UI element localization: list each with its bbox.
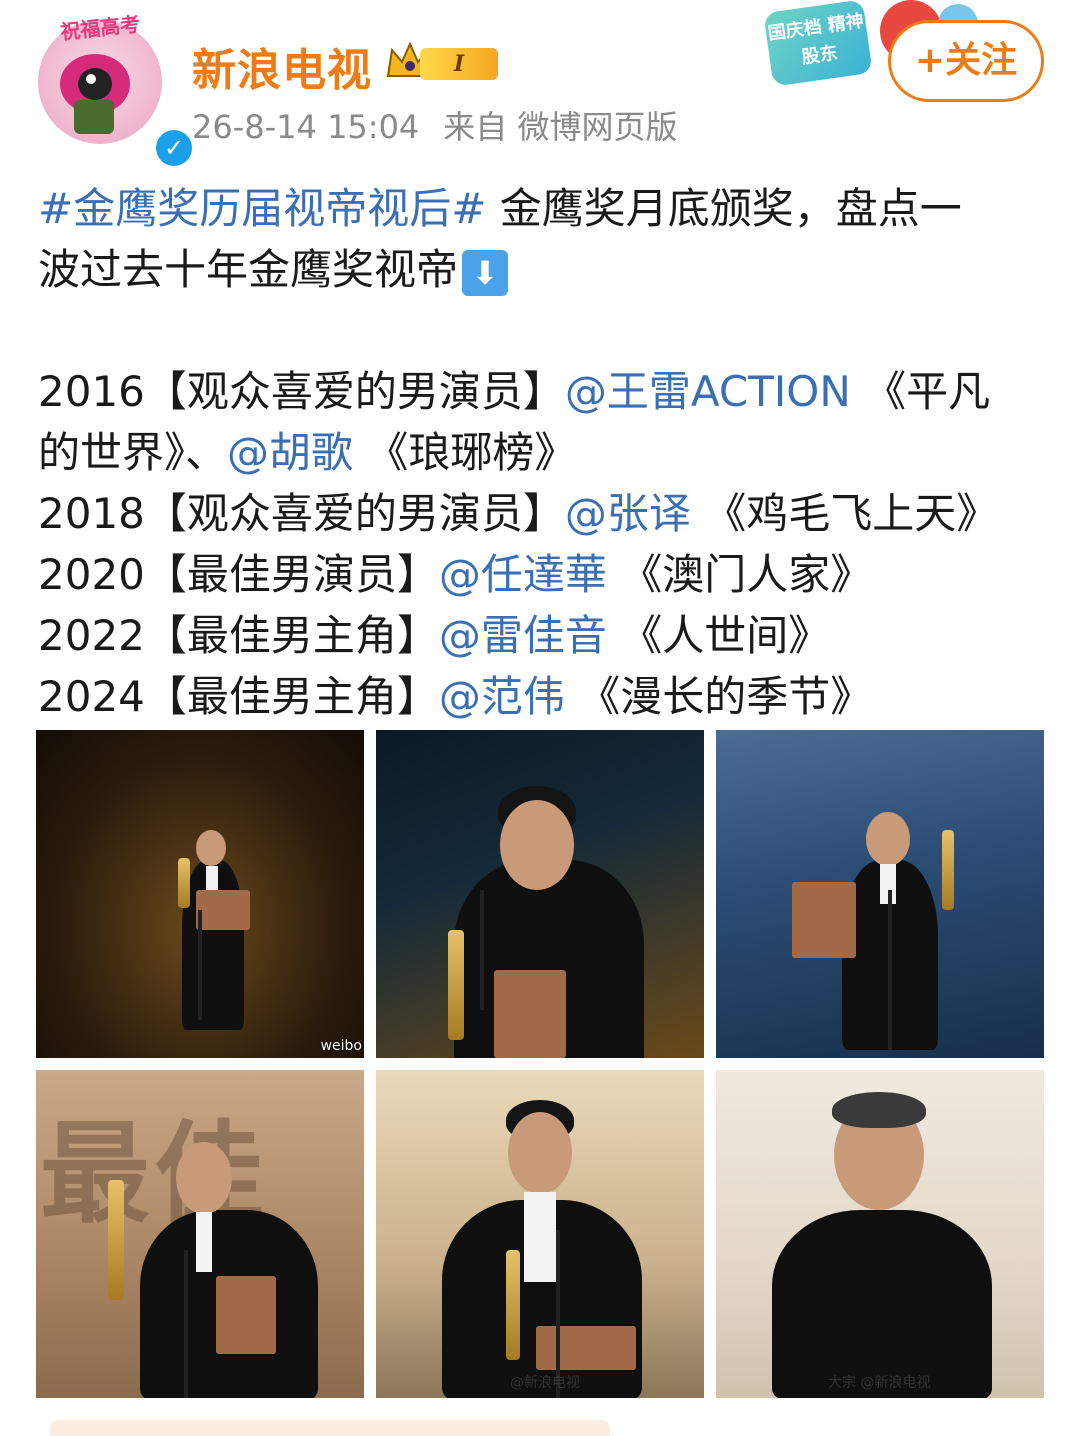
entry-work: 《鸡毛飞上天》 <box>690 489 999 538</box>
entry-work: 《琅琊榜》 <box>353 428 577 477</box>
person-head <box>866 812 910 866</box>
person-head <box>176 1142 232 1214</box>
post-body: #金鹰奖历届视帝视后# 金鹰奖月底颁奖，盘点一 波过去十年金鹰奖视帝 ⬇ 2016… <box>38 178 1038 727</box>
watermark-sina: @新浪电视 <box>860 1375 931 1391</box>
person-shirt <box>524 1192 556 1282</box>
post-source[interactable]: 来自 微博网页版 <box>443 108 677 146</box>
avatar[interactable]: 祝福高考 ✓ <box>38 12 196 170</box>
trophy-icon <box>942 830 954 910</box>
weibo-watermark: weibo <box>320 1038 362 1054</box>
mic-stand <box>480 890 484 1010</box>
avatar-caption: 祝福高考 <box>59 11 142 45</box>
post-header: 祝福高考 ✓ 新浪电视 I 26-8-14 15:04 来自 微博网页版 国庆档 … <box>0 0 1072 170</box>
person-head <box>508 1112 572 1194</box>
entry-work: 《漫长的季节》 <box>564 672 873 721</box>
entry-category: 【最佳男主角】 <box>144 672 439 721</box>
follow-button[interactable]: +关注 <box>888 20 1044 102</box>
verified-icon: ✓ <box>156 130 192 166</box>
entry-category: 【观众喜爱的男演员】 <box>144 489 565 538</box>
entry-2016-cont: 的世界》、@胡歌 《琅琊榜》 <box>38 422 1038 483</box>
certificate-folder <box>536 1326 636 1370</box>
hashtag-link[interactable]: #金鹰奖历届视帝视后# <box>38 184 486 233</box>
post-meta: 26-8-14 15:04 来自 微博网页版 <box>192 102 701 148</box>
certificate-folder <box>216 1276 276 1354</box>
trophy-icon <box>506 1250 520 1360</box>
trophy-icon <box>108 1180 124 1300</box>
photo-4[interactable]: 最佳 <box>36 1070 364 1398</box>
photo-1[interactable]: weibo <box>36 730 364 1058</box>
person-head <box>500 800 574 890</box>
entry-2024: 2024【最佳男主角】@范伟 《漫长的季节》 <box>38 666 1038 727</box>
post-timestamp: 26-8-14 15:04 <box>192 108 420 146</box>
sina-watermark-2: 大宗 @新浪电视 <box>828 1372 930 1392</box>
username[interactable]: 新浪电视 <box>192 34 372 98</box>
entry-work: 《澳门人家》 <box>606 550 873 599</box>
mention-link[interactable]: @雷佳音 <box>439 611 607 660</box>
level-badge[interactable]: I <box>384 40 500 82</box>
trophy-icon <box>178 858 190 908</box>
entry-year: 2020 <box>38 550 145 599</box>
mention-link[interactable]: @王雷ACTION <box>565 367 851 416</box>
entry-work: 《平凡 <box>850 367 991 416</box>
person-shirt <box>196 1212 212 1272</box>
promo-card: 国庆档 精神股东 <box>763 0 873 87</box>
mention-link[interactable]: @胡歌 <box>227 428 353 477</box>
certificate-folder <box>792 882 856 958</box>
entry-2020: 2020【最佳男演员】@任達華 《澳门人家》 <box>38 544 1038 605</box>
entry-2022: 2022【最佳男主角】@雷佳音 《人世间》 <box>38 605 1038 666</box>
action-bar-edge <box>50 1420 610 1436</box>
intro-text-1: 金鹰奖月底颁奖，盘点一 <box>486 184 962 233</box>
trophy-icon <box>448 930 464 1040</box>
down-arrow-icon: ⬇ <box>462 249 509 296</box>
person-head <box>196 830 226 866</box>
entry-2018: 2018【观众喜爱的男演员】@张译 《鸡毛飞上天》 <box>38 483 1038 544</box>
entry-2016: 2016【观众喜爱的男演员】@王雷ACTION 《平凡 <box>38 361 1038 422</box>
level-value: I <box>420 48 498 80</box>
photo-2[interactable] <box>376 730 704 1058</box>
person-silhouette <box>772 1210 992 1398</box>
mic-stand <box>888 890 892 1050</box>
post-line-2: 波过去十年金鹰奖视帝 ⬇ <box>38 239 1038 300</box>
entry-year: 2016 <box>38 367 145 416</box>
mic-stand <box>184 1250 188 1398</box>
sina-watermark: @新浪电视 <box>510 1375 580 1391</box>
photo-3[interactable] <box>716 730 1044 1058</box>
mention-link[interactable]: @任達華 <box>439 550 607 599</box>
entry-category: 【最佳男演员】 <box>144 550 439 599</box>
certificate-folder <box>196 890 250 930</box>
eye-highlight <box>86 74 96 84</box>
entry-year: 2018 <box>38 489 145 538</box>
verified-badge: ✓ <box>152 126 196 170</box>
mention-link[interactable]: @张译 <box>565 489 691 538</box>
watermark-partial: 大宗 <box>828 1375 856 1391</box>
certificate-folder <box>494 970 566 1058</box>
tv-icon <box>74 100 114 134</box>
entry-category: 【观众喜爱的男演员】 <box>144 367 565 416</box>
intro-text-2: 波过去十年金鹰奖视帝 <box>38 245 459 294</box>
entry-category: 【最佳男主角】 <box>144 611 439 660</box>
mention-link[interactable]: @范伟 <box>439 672 565 721</box>
mic-stand <box>198 910 202 1020</box>
photo-5[interactable]: @新浪电视 <box>376 1070 704 1398</box>
entry-work-cont: 的世界》、 <box>38 428 228 477</box>
eye-pupil <box>78 68 112 100</box>
person-hair <box>832 1092 926 1128</box>
photo-grid: weibo 最佳 @新浪电视 大宗 @新浪电视 <box>36 730 1044 1398</box>
entry-work: 《人世间》 <box>606 611 831 660</box>
photo-6[interactable]: 大宗 @新浪电视 <box>716 1070 1044 1398</box>
entry-year: 2022 <box>38 611 145 660</box>
post-line-1: #金鹰奖历届视帝视后# 金鹰奖月底颁奖，盘点一 <box>38 178 1038 239</box>
entry-year: 2024 <box>38 672 145 721</box>
